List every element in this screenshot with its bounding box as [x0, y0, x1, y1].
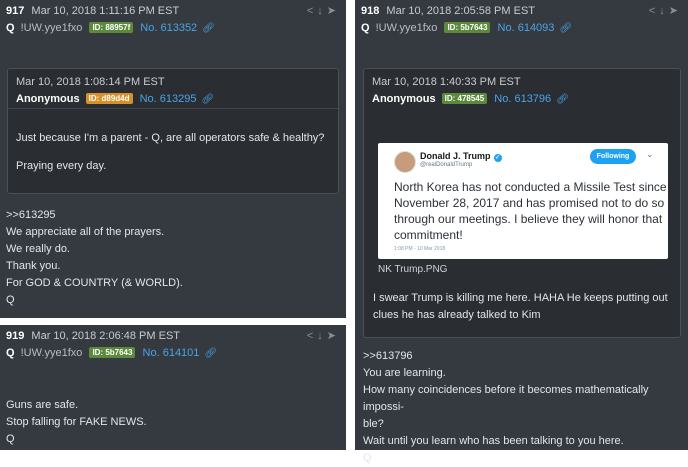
- post-link[interactable]: No. 614101: [143, 347, 200, 359]
- download-icon[interactable]: ↓: [317, 5, 327, 17]
- post-body: >>613796 You are learning. How many coin…: [357, 348, 688, 467]
- link-icon[interactable]: 🔗︎: [559, 23, 572, 34]
- post-number: 919: [6, 330, 25, 342]
- tweet-timestamp: 1:08 PM - 10 Mar 2018: [394, 246, 446, 252]
- link-icon[interactable]: 🔗︎: [204, 348, 217, 359]
- quoted-post-text: Just because I'm a parent - Q, are all o…: [8, 109, 338, 196]
- post-text-line: How many coincidences before it becomes …: [363, 384, 649, 413]
- expand-icon[interactable]: ➤: [669, 4, 682, 17]
- expand-icon[interactable]: ➤: [327, 4, 340, 17]
- post-919: 919 Mar 10, 2018 2:06:48 PM EST Q !UW.yy…: [0, 325, 346, 450]
- post-date: Mar 10, 2018 2:06:48 PM EST: [31, 330, 181, 342]
- quoted-post-text: I swear Trump is killing me here. HAHA H…: [373, 290, 679, 324]
- tweet-handle: @realDonaldTrump: [420, 162, 473, 168]
- share-icon[interactable]: <: [649, 5, 659, 17]
- tweet-image[interactable]: Donald J. Trump ✓ @realDonaldTrump Follow…: [378, 143, 668, 259]
- post-tools: <↓➤: [307, 329, 340, 342]
- tweet-author-name: Donald J. Trump: [420, 151, 491, 161]
- poster-name: Q: [6, 347, 15, 359]
- post-text-line: You are learning.: [363, 367, 446, 379]
- quoted-text-line: clues he has already talked to Kim: [373, 309, 541, 321]
- link-icon[interactable]: 🔗︎: [202, 23, 215, 34]
- poster-id-badge: ID: 5b7643: [444, 22, 491, 33]
- poster-name: Q: [361, 22, 370, 34]
- chevron-down-icon[interactable]: ⌄: [646, 149, 654, 160]
- reply-reference[interactable]: >>613295: [6, 207, 346, 224]
- quoted-poster-name: Anonymous: [16, 93, 80, 105]
- download-icon[interactable]: ↓: [659, 5, 669, 17]
- tweet-author: Donald J. Trump ✓: [420, 151, 502, 162]
- tripcode: !UW.yye1fxo: [20, 347, 83, 359]
- quoted-post-header: Mar 10, 2018 1:40:33 PM EST Anonymous ID…: [364, 69, 680, 111]
- post-text-line: Wait until you learn who has been talkin…: [363, 435, 624, 447]
- post-body: Guns are safe. Stop falling for FAKE NEW…: [0, 397, 346, 448]
- poster-id-badge: ID: 88957f: [89, 22, 134, 33]
- post-signature: Q: [6, 294, 15, 306]
- post-text-line: ble?: [363, 418, 384, 430]
- quoted-post-link[interactable]: No. 613295: [140, 93, 197, 105]
- post-text-line: We really do.: [6, 243, 70, 255]
- quoted-post-link[interactable]: No. 613796: [494, 93, 551, 105]
- post-number: 917: [6, 5, 25, 17]
- post-signature: Q: [363, 452, 372, 464]
- image-filename[interactable]: NK Trump.PNG: [378, 264, 447, 275]
- link-icon[interactable]: 🔗︎: [202, 94, 215, 105]
- post-date: Mar 10, 2018 1:11:16 PM EST: [31, 5, 180, 17]
- tripcode: !UW.yye1fxo: [20, 22, 83, 34]
- share-icon[interactable]: <: [307, 5, 317, 17]
- poster-id-badge: ID: 5b7643: [89, 347, 136, 358]
- link-icon[interactable]: 🔗︎: [556, 94, 569, 105]
- post-date: Mar 10, 2018 2:05:58 PM EST: [386, 5, 536, 17]
- post-signature: Q: [6, 433, 15, 445]
- quoted-post-date: Mar 10, 2018 1:40:33 PM EST: [372, 76, 521, 88]
- quoted-post: Mar 10, 2018 1:08:14 PM EST Anonymous ID…: [7, 68, 339, 194]
- expand-icon[interactable]: ➤: [327, 329, 340, 342]
- quoted-poster-name: Anonymous: [372, 93, 436, 105]
- post-link[interactable]: No. 613352: [140, 22, 197, 34]
- tweet-text: North Korea has not conducted a Missile …: [394, 180, 667, 242]
- share-icon[interactable]: <: [307, 330, 317, 342]
- post-text-line: We appreciate all of the prayers.: [6, 226, 165, 238]
- following-button[interactable]: Following: [590, 149, 636, 164]
- post-text-line: For GOD & COUNTRY (& WORLD).: [6, 277, 183, 289]
- quoted-text-line: Praying every day.: [16, 160, 107, 172]
- post-text-line: Thank you.: [6, 260, 61, 272]
- quoted-poster-id-badge: ID: d89d4d: [85, 93, 133, 104]
- post-text-line: Guns are safe.: [6, 399, 79, 411]
- quoted-text-line: I swear Trump is killing me here. HAHA H…: [373, 292, 668, 304]
- post-text-line: Stop falling for FAKE NEWS.: [6, 416, 147, 428]
- post-link[interactable]: No. 614093: [498, 22, 555, 34]
- poster-name: Q: [6, 22, 15, 34]
- post-header: 917 Mar 10, 2018 1:11:16 PM EST Q !UW.yy…: [0, 0, 346, 36]
- quoted-post-date: Mar 10, 2018 1:08:14 PM EST: [16, 76, 165, 88]
- reply-reference[interactable]: >>613796: [363, 348, 688, 365]
- post-header: 918 Mar 10, 2018 2:05:58 PM EST Q !UW.yy…: [355, 0, 688, 36]
- post-tools: <↓➤: [649, 4, 682, 17]
- quoted-poster-id-badge: ID: 478545: [441, 93, 488, 104]
- download-icon[interactable]: ↓: [317, 330, 327, 342]
- tripcode: !UW.yye1fxo: [375, 22, 438, 34]
- quoted-post-header: Mar 10, 2018 1:08:14 PM EST Anonymous ID…: [8, 69, 338, 109]
- post-header: 919 Mar 10, 2018 2:06:48 PM EST Q !UW.yy…: [0, 325, 346, 361]
- avatar: [394, 151, 416, 173]
- verified-icon: ✓: [493, 154, 502, 162]
- post-number: 918: [361, 5, 380, 17]
- post-tools: <↓➤: [307, 4, 340, 17]
- post-body: >>613295 We appreciate all of the prayer…: [0, 207, 352, 309]
- quoted-text-line: Just because I'm a parent - Q, are all o…: [16, 132, 325, 144]
